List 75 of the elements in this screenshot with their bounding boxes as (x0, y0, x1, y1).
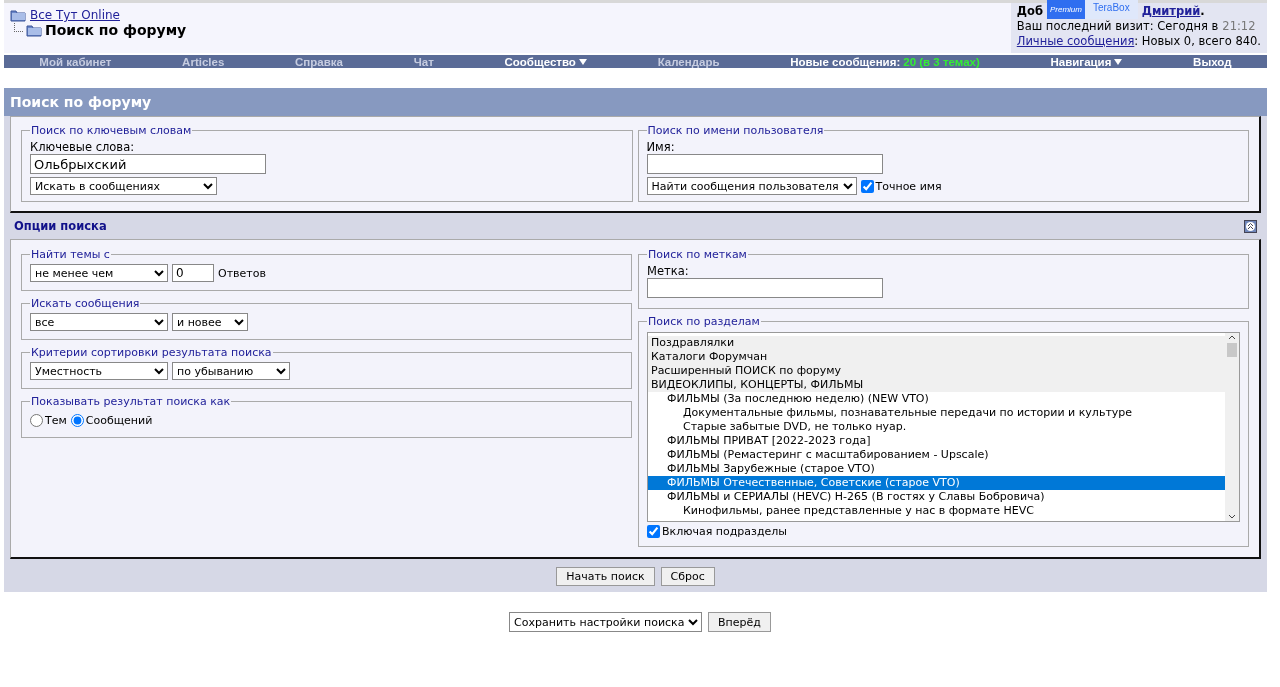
forum-option[interactable]: Кинофильмы, ранее представленные у нас в формате HEVC (648, 504, 1225, 518)
sort-order-dropdown[interactable]: по убыванию (172, 362, 290, 380)
reply-count-field[interactable]: 0 (172, 264, 214, 282)
collapse-icon[interactable] (1244, 219, 1257, 233)
username-link[interactable]: Дмитрий (1141, 3, 1201, 18)
radio-label: Сообщений (85, 414, 153, 427)
group-title: Искать сообщения (30, 297, 141, 310)
scroll-down-icon[interactable] (1228, 513, 1236, 521)
radio-button[interactable] (30, 414, 43, 427)
field-label: Метка: (647, 264, 690, 278)
field-label: Ключевые слова: (30, 140, 136, 154)
forum-option[interactable]: ФИЛЬМЫ (Ремастеринг с масштабированием - Upscale) (648, 448, 1225, 462)
username-field[interactable] (646, 154, 883, 174)
checkbox[interactable] (860, 179, 874, 193)
radio-label: Тем (45, 414, 67, 427)
tree-connector (14, 22, 23, 32)
group-title: Критерии сортировки результата поиска (30, 346, 273, 359)
forum-option[interactable]: Расширенный ПОИСК по форуму (648, 364, 1225, 378)
forum-option[interactable]: Старые забытые DVD, не только нуар. (648, 420, 1225, 434)
checkbox-label: Точное имя (875, 179, 942, 193)
greeting-punctuation: . (1200, 3, 1205, 19)
forum-option[interactable]: ФИЛЬМЫ Отечественные, Советские (старое VTO) (648, 476, 1225, 490)
forum-option[interactable]: Документальные фильмы, познавательные передачи по истории и культуре (648, 406, 1225, 420)
group-title: Найти темы с (30, 248, 111, 261)
group-title: Поиск по меткам (647, 248, 748, 261)
forum-option[interactable]: ФИЛЬМЫ Зарубежные (старое VTO) (648, 462, 1225, 476)
current-page-title: Поиск по форуму (45, 22, 187, 38)
comparison-dropdown[interactable]: не менее чем (30, 264, 168, 282)
premium-badge[interactable]: Premium (1046, 0, 1085, 19)
group-title: Поиск по имени пользователя (646, 124, 825, 137)
group-title: Показывать результат поиска как (30, 395, 232, 408)
scrollbar[interactable] (1225, 333, 1239, 521)
folder-icon (10, 8, 26, 22)
forum-listbox[interactable] (647, 332, 1240, 522)
group-title: Поиск по разделам (647, 315, 761, 328)
section-header: Поиск по форуму (4, 88, 1267, 116)
group-title: Поиск по ключевым словам (30, 124, 193, 137)
checkbox-label: Включая подразделы (662, 525, 788, 538)
forum-option[interactable]: ФИЛЬМЫ ПРИВАТ [2022-2023 года] (648, 434, 1225, 448)
dropdown-arrow-icon (1114, 58, 1123, 65)
forum-option[interactable]: ВИДЕОКЛИПЫ, КОНЦЕРТЫ, ФИЛЬМЫ (648, 378, 1225, 392)
greeting-text: Доб (1016, 3, 1043, 19)
period-dropdown[interactable]: все (30, 313, 168, 331)
forum-option[interactable]: ФИЛЬМЫ и СЕРИАЛЫ (HEVC) H-265 (В гостях у Славы Бобровича) (648, 490, 1225, 504)
options-title: Опции поиска (14, 219, 107, 233)
forum-option[interactable]: Каталоги Форумчан (648, 350, 1225, 364)
folder-icon (26, 23, 42, 37)
user-mode-dropdown[interactable]: Найти сообщения пользователя (646, 177, 857, 195)
message-counts: : Новых 0, всего 840. (1134, 34, 1261, 49)
form-button[interactable]: Сброс (660, 567, 715, 586)
last-visit-time: 21:12 (1222, 19, 1256, 34)
nav-link[interactable]: Сообщество (504, 55, 576, 68)
field-label: Имя: (646, 140, 676, 154)
scrollbar-thumb[interactable] (1227, 343, 1237, 357)
forum-option[interactable]: ФИЛЬМЫ (За последнюю неделю) (NEW VTO) (648, 392, 1225, 406)
direction-dropdown[interactable]: и новее (172, 313, 248, 331)
checkbox[interactable] (647, 525, 660, 538)
form-button[interactable]: Начать поиск (556, 567, 655, 586)
nav-link[interactable]: Навигация (1050, 55, 1112, 68)
forum-option[interactable]: Поздравлялки (648, 336, 1225, 350)
sort-field-dropdown[interactable]: Уместность (30, 362, 168, 380)
go-button[interactable]: Вперёд (708, 612, 771, 632)
dropdown-arrow-icon (578, 58, 587, 65)
nav-link[interactable]: Новые сообщения: (790, 55, 901, 68)
preset-dropdown[interactable]: Сохранить настройки поиска (509, 612, 703, 632)
scope-dropdown[interactable]: Искать в сообщениях (30, 177, 217, 195)
radio-button[interactable] (70, 414, 84, 427)
breadcrumb-link[interactable]: Все Тут Online (30, 8, 120, 22)
last-visit-text: Ваш последний визит: Сегодня в (1016, 19, 1219, 34)
scroll-up-icon[interactable] (1228, 333, 1236, 341)
keywords-field[interactable]: Ольбрыхский (30, 154, 266, 174)
tag-field[interactable] (647, 278, 883, 298)
extension-popup[interactable]: TeraBox (1084, 0, 1138, 19)
unit-label: Ответов (218, 266, 266, 280)
nav-link[interactable]: Выход (1193, 55, 1232, 68)
